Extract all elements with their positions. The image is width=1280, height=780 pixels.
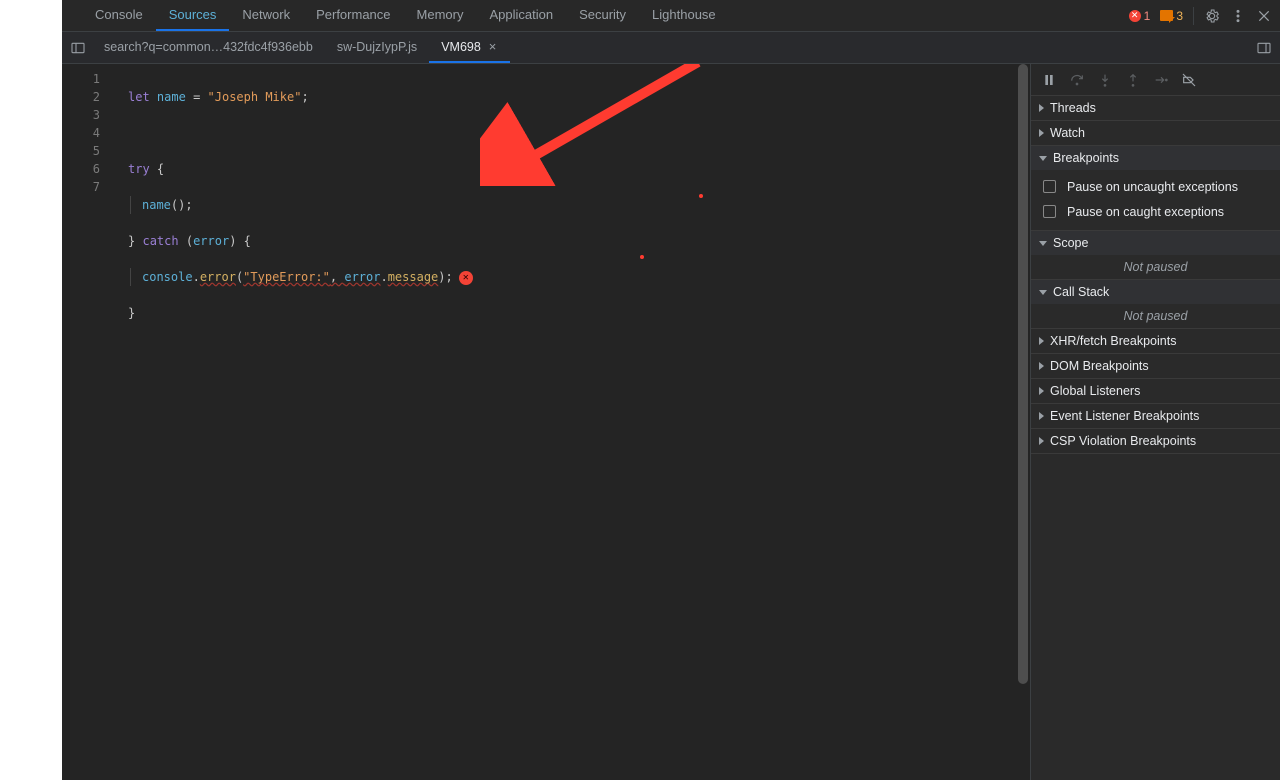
tab-lighthouse[interactable]: Lighthouse xyxy=(639,0,729,31)
annotation-dot xyxy=(640,255,644,259)
step-into-icon[interactable] xyxy=(1097,72,1113,88)
step-out-icon[interactable] xyxy=(1125,72,1141,88)
chevron-right-icon xyxy=(1039,129,1044,137)
file-tabs-bar: search?q=common…432fdc4f936ebb sw-DujzIy… xyxy=(62,32,1280,64)
chevron-right-icon xyxy=(1039,337,1044,345)
panel-tabs: Console Sources Network Performance Memo… xyxy=(82,0,729,31)
section-xhr-breakpoints[interactable]: XHR/fetch Breakpoints xyxy=(1031,329,1280,353)
section-watch[interactable]: Watch xyxy=(1031,121,1280,145)
kebab-menu-icon[interactable] xyxy=(1230,8,1246,24)
checkbox-label: Pause on caught exceptions xyxy=(1067,205,1224,219)
debugger-panel: Threads Watch Breakpoints Pause on uncau… xyxy=(1030,64,1280,780)
gear-icon[interactable] xyxy=(1204,8,1220,24)
tab-network[interactable]: Network xyxy=(229,0,303,31)
toggle-navigator-icon[interactable] xyxy=(70,40,86,56)
tab-application[interactable]: Application xyxy=(476,0,566,31)
file-tab-2[interactable]: VM698 × xyxy=(429,32,510,63)
section-breakpoints[interactable]: Breakpoints xyxy=(1031,146,1280,170)
toggle-debugger-icon[interactable] xyxy=(1256,40,1272,56)
step-icon[interactable] xyxy=(1153,72,1169,88)
file-tab-label: search?q=common…432fdc4f936ebb xyxy=(104,40,313,54)
callstack-empty-text: Not paused xyxy=(1031,304,1280,328)
section-label: Scope xyxy=(1053,236,1088,250)
scrollbar-thumb[interactable] xyxy=(1018,64,1028,684)
chevron-right-icon xyxy=(1039,412,1044,420)
line-number-gutter: 1234567 xyxy=(62,64,110,780)
close-tab-icon[interactable]: × xyxy=(487,39,499,54)
page-left-margin xyxy=(0,0,62,780)
warning-count: 3 xyxy=(1176,9,1183,23)
tab-sources[interactable]: Sources xyxy=(156,0,230,31)
section-label: XHR/fetch Breakpoints xyxy=(1050,334,1176,348)
close-icon[interactable] xyxy=(1256,8,1272,24)
code-content[interactable]: let name = "Joseph Mike"; try { name(); … xyxy=(110,64,1016,780)
tab-console[interactable]: Console xyxy=(82,0,156,31)
devtools-window: Console Sources Network Performance Memo… xyxy=(62,0,1280,780)
section-call-stack[interactable]: Call Stack xyxy=(1031,280,1280,304)
section-label: DOM Breakpoints xyxy=(1050,359,1149,373)
chevron-down-icon xyxy=(1039,290,1047,295)
section-event-listener-breakpoints[interactable]: Event Listener Breakpoints xyxy=(1031,404,1280,428)
file-tab-label: sw-DujzIypP.js xyxy=(337,40,417,54)
chevron-down-icon xyxy=(1039,156,1047,161)
file-tab-0[interactable]: search?q=common…432fdc4f936ebb xyxy=(92,32,325,63)
tab-memory[interactable]: Memory xyxy=(404,0,477,31)
deactivate-breakpoints-icon[interactable] xyxy=(1181,72,1197,88)
file-tab-1[interactable]: sw-DujzIypP.js xyxy=(325,32,429,63)
section-label: CSP Violation Breakpoints xyxy=(1050,434,1196,448)
section-label: Threads xyxy=(1050,101,1096,115)
file-tab-label: VM698 xyxy=(441,40,481,54)
error-count: 1 xyxy=(1144,9,1151,23)
error-count-badge[interactable]: ✕ 1 xyxy=(1129,9,1151,23)
checkbox-input[interactable] xyxy=(1043,205,1056,218)
checkbox-pause-caught[interactable]: Pause on caught exceptions xyxy=(1039,199,1272,224)
checkbox-pause-uncaught[interactable]: Pause on uncaught exceptions xyxy=(1039,174,1272,199)
section-scope[interactable]: Scope xyxy=(1031,231,1280,255)
chevron-right-icon xyxy=(1039,104,1044,112)
scope-empty-text: Not paused xyxy=(1031,255,1280,279)
chevron-right-icon xyxy=(1039,387,1044,395)
section-dom-breakpoints[interactable]: DOM Breakpoints xyxy=(1031,354,1280,378)
pause-icon[interactable] xyxy=(1041,72,1057,88)
section-label: Watch xyxy=(1050,126,1085,140)
main-toolbar: Console Sources Network Performance Memo… xyxy=(62,0,1280,32)
section-global-listeners[interactable]: Global Listeners xyxy=(1031,379,1280,403)
section-threads[interactable]: Threads xyxy=(1031,96,1280,120)
step-over-icon[interactable] xyxy=(1069,72,1085,88)
vertical-scrollbar[interactable] xyxy=(1016,64,1030,780)
checkbox-input[interactable] xyxy=(1043,180,1056,193)
toolbar-divider xyxy=(1193,7,1194,25)
section-label: Breakpoints xyxy=(1053,151,1119,165)
tab-performance[interactable]: Performance xyxy=(303,0,403,31)
warning-count-badge[interactable]: 3 xyxy=(1160,9,1183,23)
section-csp-violation-breakpoints[interactable]: CSP Violation Breakpoints xyxy=(1031,429,1280,453)
tab-security[interactable]: Security xyxy=(566,0,639,31)
annotation-dot xyxy=(699,194,703,198)
section-label: Event Listener Breakpoints xyxy=(1050,409,1199,423)
chevron-right-icon xyxy=(1039,362,1044,370)
section-label: Global Listeners xyxy=(1050,384,1140,398)
warning-icon xyxy=(1160,10,1173,21)
debugger-toolbar xyxy=(1031,64,1280,96)
code-editor[interactable]: 1234567 let name = "Joseph Mike"; try { … xyxy=(62,64,1030,780)
chevron-right-icon xyxy=(1039,437,1044,445)
checkbox-label: Pause on uncaught exceptions xyxy=(1067,180,1238,194)
section-label: Call Stack xyxy=(1053,285,1109,299)
error-marker-icon[interactable]: ✕ xyxy=(459,271,473,285)
chevron-down-icon xyxy=(1039,241,1047,246)
error-icon: ✕ xyxy=(1129,10,1141,22)
